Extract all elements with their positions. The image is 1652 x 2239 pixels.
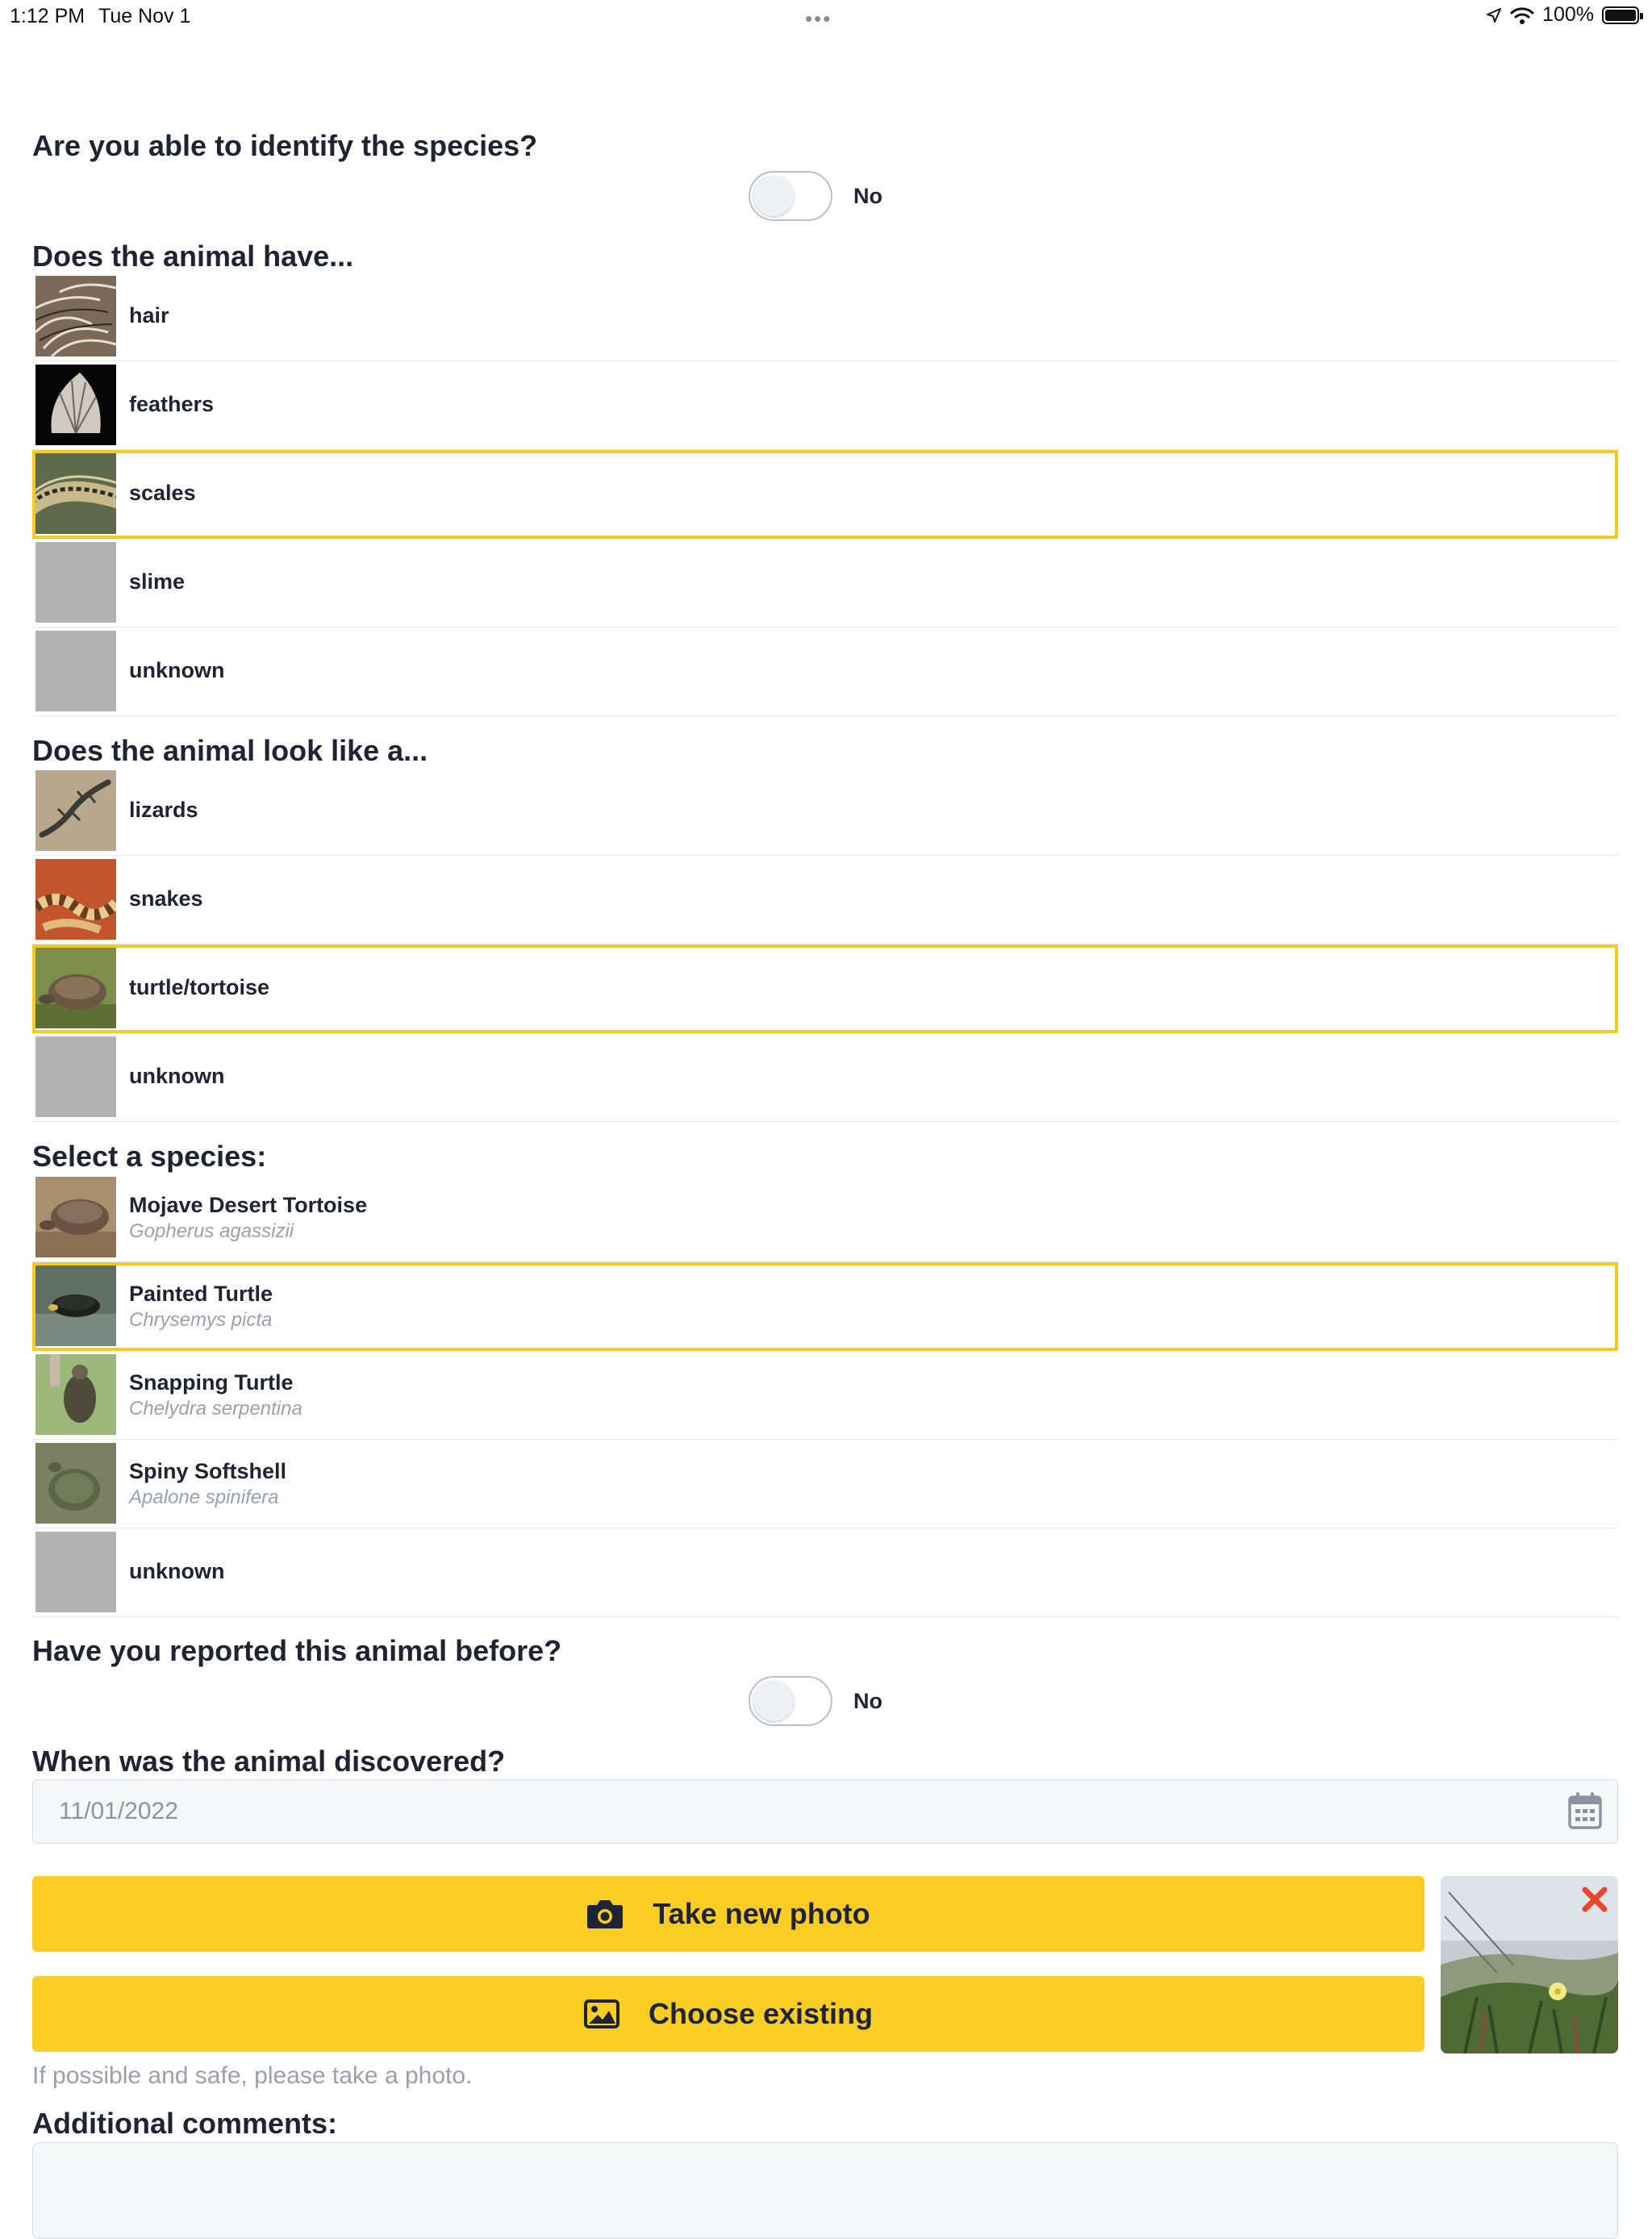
identify-toggle-row: No: [749, 171, 882, 221]
looks-option-unknown[interactable]: unknown: [32, 1033, 1618, 1122]
species-name: unknown: [129, 1559, 225, 1583]
has-option-label: feathers: [129, 392, 215, 416]
unknown-thumbnail: [35, 1036, 116, 1117]
hair-thumbnail: [34, 276, 117, 358]
species-scientific-name: Apalone spinifera: [129, 1486, 279, 1508]
status-right: 100%: [1486, 3, 1643, 27]
reported-toggle[interactable]: [749, 1676, 832, 1726]
choose-existing-button[interactable]: Choose existing: [32, 1976, 1425, 2052]
status-time: 1:12 PM: [10, 5, 86, 27]
discovered-question: When was the animal discovered?: [32, 1745, 506, 1778]
species-name: Painted Turtle: [129, 1282, 273, 1306]
discovered-date-field[interactable]: 11/01/2022: [32, 1779, 1618, 1844]
unknown-thumbnail: [35, 631, 116, 711]
remove-photo-icon[interactable]: [1581, 1886, 1608, 1913]
battery-icon: [1602, 6, 1643, 24]
camera-icon: [587, 1900, 624, 1928]
has-option-unknown[interactable]: unknown: [32, 628, 1618, 716]
softshell-thumbnail: [35, 1443, 116, 1524]
looks-option-snakes[interactable]: snakes: [31, 856, 1618, 944]
looks-option-label: snakes: [129, 886, 203, 911]
toggle-knob: [753, 1681, 794, 1721]
reported-toggle-row: No: [749, 1676, 882, 1726]
status-date: Tue Nov 1: [98, 5, 191, 27]
toggle-knob: [753, 176, 794, 216]
looks-list: lizards snakes turtle/tortoise unknown: [31, 767, 1618, 1122]
has-option-slime[interactable]: slime: [32, 539, 1618, 628]
battery-percent: 100%: [1542, 3, 1594, 26]
species-name: Spiny Softshell: [129, 1459, 287, 1483]
species-scientific-name: Gopherus agassizii: [129, 1220, 294, 1242]
species-scientific-name: Chelydra serpentina: [129, 1398, 302, 1420]
snakes-thumbnail: [31, 859, 120, 940]
looks-option-lizards[interactable]: lizards: [32, 767, 1618, 856]
reported-toggle-label: No: [853, 1688, 882, 1713]
slime-thumbnail: [35, 542, 116, 623]
species-name: Mojave Desert Tortoise: [129, 1193, 368, 1217]
looks-option-label: turtle/tortoise: [129, 975, 270, 999]
has-list: hair feathers scales slime unknown: [30, 273, 1618, 716]
location-arrow-icon: [1487, 7, 1502, 23]
image-icon: [583, 1999, 620, 2028]
species-option-unknown[interactable]: unknown: [32, 1528, 1618, 1617]
has-option-hair[interactable]: hair: [32, 273, 1618, 361]
comments-textarea[interactable]: [32, 2142, 1618, 2239]
species-scientific-name: Chrysemys picta: [129, 1309, 273, 1331]
species-question: Select a species:: [32, 1140, 267, 1173]
species-list: Mojave Desert Tortoise Gopherus agassizi…: [32, 1174, 1618, 1617]
species-option-painted[interactable]: Painted Turtle Chrysemys picta: [32, 1262, 1618, 1351]
take-photo-button[interactable]: Take new photo: [32, 1876, 1425, 1952]
reported-question: Have you reported this animal before?: [32, 1634, 562, 1667]
looks-question: Does the animal look like a...: [32, 734, 428, 767]
unknown-thumbnail: [35, 1532, 116, 1612]
discovered-date-value: 11/01/2022: [59, 1798, 178, 1824]
snapping-turtle-thumbnail: [35, 1354, 116, 1435]
has-option-feathers[interactable]: feathers: [32, 361, 1618, 450]
looks-option-turtle[interactable]: turtle/tortoise: [32, 944, 1618, 1033]
mojave-tortoise-thumbnail: [35, 1177, 116, 1257]
status-bar: 1:12 PM Tue Nov 1 ••• 100%: [0, 0, 1652, 35]
take-photo-label: Take new photo: [653, 1897, 870, 1930]
lizards-thumbnail: [35, 770, 116, 851]
multitasking-dots-icon[interactable]: •••: [805, 6, 832, 31]
identify-toggle[interactable]: [749, 171, 832, 221]
turtle-thumbnail: [35, 948, 116, 1028]
photo-hint: If possible and safe, please take a phot…: [32, 2062, 473, 2089]
has-option-label: slime: [129, 569, 186, 594]
species-option-mojave[interactable]: Mojave Desert Tortoise Gopherus agassizi…: [32, 1174, 1618, 1262]
comments-question: Additional comments:: [32, 2107, 338, 2140]
species-option-snapping[interactable]: Snapping Turtle Chelydra serpentina: [32, 1351, 1618, 1440]
choose-existing-label: Choose existing: [648, 1997, 874, 2030]
feathers-thumbnail: [35, 365, 116, 445]
photo-preview[interactable]: [1441, 1876, 1618, 2053]
painted-turtle-thumbnail: [35, 1265, 116, 1346]
species-option-softshell[interactable]: Spiny Softshell Apalone spinifera: [32, 1440, 1618, 1528]
has-option-label: hair: [129, 303, 169, 327]
identify-question: Are you able to identify the species?: [32, 129, 538, 162]
calendar-icon[interactable]: [1567, 1791, 1603, 1830]
has-option-scales[interactable]: scales: [30, 450, 1618, 539]
has-question: Does the animal have...: [32, 240, 354, 273]
species-name: Snapping Turtle: [129, 1370, 294, 1395]
looks-option-label: lizards: [129, 798, 198, 822]
has-option-label: unknown: [129, 658, 225, 682]
wifi-icon: [1510, 6, 1534, 24]
looks-option-label: unknown: [129, 1064, 225, 1088]
scales-thumbnail: [30, 453, 121, 534]
identify-toggle-label: No: [853, 183, 882, 208]
has-option-label: scales: [129, 481, 196, 505]
